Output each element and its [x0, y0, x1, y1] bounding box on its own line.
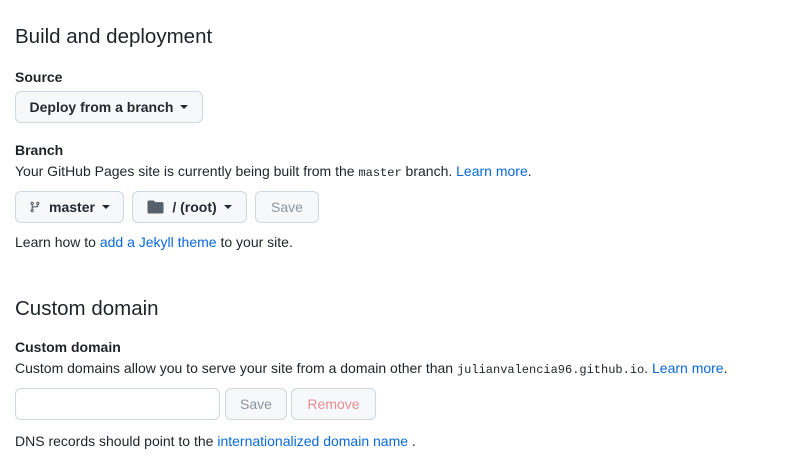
domain-desc-end: . — [723, 360, 728, 376]
dns-records-text: DNS records should point to the internat… — [15, 434, 416, 448]
caret-down-icon — [223, 205, 232, 209]
git-branch-icon — [29, 200, 41, 214]
branch-learn-more-link[interactable]: Learn more — [456, 163, 528, 179]
source-label: Source — [15, 69, 63, 85]
jekyll-theme-text: Learn how to add a Jekyll theme to your … — [15, 235, 293, 249]
domain-learn-more-link[interactable]: Learn more — [652, 360, 724, 376]
branch-description: Your GitHub Pages site is currently bein… — [15, 164, 532, 179]
domain-desc-text-post: . — [644, 360, 652, 376]
folder-icon — [147, 200, 164, 214]
folder-select-label: / (root) — [172, 199, 217, 215]
domain-desc-code: julianvalencia96.github.io — [456, 363, 645, 377]
dns-text-pre: DNS records should point to the — [15, 433, 218, 449]
custom-domain-input[interactable] — [15, 388, 220, 420]
folder-select-button[interactable]: / (root) — [132, 191, 247, 223]
branch-desc-code: master — [358, 166, 402, 180]
branch-desc-text-post: branch. — [401, 163, 457, 179]
branch-select-button[interactable]: master — [15, 191, 124, 223]
build-deployment-heading: Build and deployment — [15, 25, 213, 48]
branch-save-button[interactable]: Save — [255, 191, 319, 223]
internationalized-domain-name-link[interactable]: internationalized domain name — [217, 433, 408, 449]
add-jekyll-theme-link[interactable]: add a Jekyll theme — [100, 234, 217, 250]
dns-text-post: . — [408, 433, 416, 449]
custom-domain-heading: Custom domain — [15, 297, 159, 320]
caret-down-icon — [101, 205, 110, 209]
source-select-label: Deploy from a branch — [29, 99, 174, 115]
domain-save-button[interactable]: Save — [225, 388, 287, 420]
theme-text-pre: Learn how to — [15, 234, 100, 250]
branch-label: Branch — [15, 142, 64, 158]
custom-domain-description: Custom domains allow you to serve your s… — [15, 361, 727, 376]
caret-down-icon — [180, 105, 189, 109]
domain-desc-text: Custom domains allow you to serve your s… — [15, 360, 457, 376]
source-select-button[interactable]: Deploy from a branch — [15, 91, 203, 123]
branch-desc-end: . — [527, 163, 532, 179]
theme-text-post: to your site. — [216, 234, 293, 250]
domain-remove-button[interactable]: Remove — [291, 388, 376, 420]
branch-desc-text: Your GitHub Pages site is currently bein… — [15, 163, 359, 179]
custom-domain-label: Custom domain — [15, 339, 121, 355]
branch-select-label: master — [49, 199, 95, 215]
